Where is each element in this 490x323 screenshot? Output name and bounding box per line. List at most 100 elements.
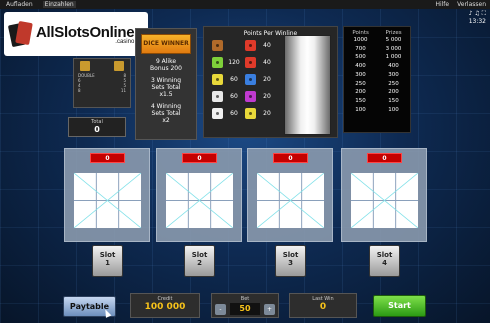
points-cell: 250 [355,80,366,87]
prize-cell: 5 000 [385,37,402,43]
prize-cell: 3 000 [385,45,402,52]
points-per-winline-panel: Points Per Winline 40 120 40 60 20 60 20 60 20 [203,26,338,138]
prize-row: 1000 5 000 [344,36,410,45]
rule-text: 3 Winning [150,77,182,84]
logo-main-text: AllSlotsOnline [36,23,135,41]
prize-cell: 1 000 [385,54,402,61]
prize-row: 300 300 [344,71,410,80]
tab-deposit[interactable]: Einzahlen [42,1,76,8]
bet-label: Bet [240,296,250,302]
bet-decrease-button[interactable]: - [215,303,226,315]
help-link[interactable]: Hilfe [435,1,449,8]
rule-text: 4 Winning [150,103,182,110]
total-display: Total 0 [68,117,126,137]
winline-points: 40 [263,59,271,66]
slot-dice-grid[interactable] [256,172,325,229]
slot-2-button[interactable]: Slot 2 [184,245,215,277]
slot-button-label: Slot [282,251,299,259]
prize-row: 700 3 000 [344,45,410,54]
reel-window [284,35,331,135]
leave-link[interactable]: Verlassen [457,1,486,8]
dice-icon [80,61,90,71]
bet-control: Bet - 50 + [211,293,279,318]
slot-1-button[interactable]: Slot 1 [92,245,123,277]
bet-value: 50 [230,303,260,315]
prize-cell: 200 [388,89,399,96]
winline-points: 20 [263,110,271,117]
dice-icon [245,108,256,119]
slot-button-label: Slot [99,251,116,259]
points-cell: 400 [355,63,366,70]
slot-button-label: Slot [376,251,393,259]
prize-row: 250 250 [344,80,410,89]
total-value: 0 [94,125,100,134]
last-win-value: 0 [319,302,327,312]
credit-display: Credit 100 000 [130,293,200,318]
slot-score: 0 [90,153,125,163]
prize-row: 500 1 000 [344,53,410,62]
rule-text: Bonus 200 [150,65,182,72]
prize-row: 100 100 [344,106,410,115]
last-win-display: Last Win 0 [289,293,357,318]
slot-dice-grid[interactable] [73,172,142,229]
prize-row: 200 200 [344,88,410,97]
slot-button-number: 1 [105,259,110,267]
slot-dice-grid[interactable] [165,172,234,229]
points-cell: 1000 [353,37,368,43]
prize-cell: 150 [388,97,399,104]
winline-points: 20 [263,76,271,83]
dice-winner-logo: DICE WINNER [141,34,191,54]
slot-button-number: 4 [382,259,387,267]
dice-icon [212,108,223,119]
rule-text: Sets Total [151,110,181,117]
slot-3-button[interactable]: Slot 3 [275,245,306,277]
slot-4-button[interactable]: Slot 4 [369,245,400,277]
clock: 13:32 [468,18,486,25]
dice-icon [114,61,124,71]
rule-text: x1.5 [159,91,173,98]
winline-points: 120 [228,59,240,66]
dice-winner-panel: DICE WINNER 9 Alike Bonus 200 3 Winning … [135,28,197,140]
rule-text: Sets Total [151,84,181,91]
top-bar: Aufladen Einzahlen Hilfe Verlassen [0,0,490,9]
top-tabs: Aufladen Einzahlen [4,1,76,8]
bonus-dice-panel: DOUBLE 8 65 45 8 11 [73,58,131,108]
winline-points: 20 [263,93,271,100]
slot-score: 0 [273,153,308,163]
credit-value: 100 000 [144,302,186,312]
bet-increase-button[interactable]: + [264,303,275,315]
dice-icon [212,91,223,102]
mini-row: 8 11 [78,88,126,93]
tab-load[interactable]: Aufladen [4,1,35,8]
dice-icon [212,74,223,85]
prize-cell: 300 [388,71,399,78]
dice-icon [212,40,223,51]
start-button[interactable]: Start [373,295,426,317]
winline-points: 60 [230,110,238,117]
points-cell: 150 [355,97,366,104]
rule-text: x2 [162,117,170,124]
status-area: ♪ ♫ ⛶ 13:32 [469,10,486,25]
sound-icon[interactable]: ♪ ♫ ⛶ [469,10,486,18]
prize-cell: 100 [388,106,399,113]
dice-icon [212,57,223,68]
winline-points: 40 [263,42,271,49]
slot-score: 0 [367,153,402,163]
prize-table: Points Prizes 1000 5 000 700 3 000 500 1 000 4… [343,26,411,133]
prize-row: 400 400 [344,62,410,71]
slot-button-label: Slot [191,251,208,259]
points-cell: 100 [355,106,366,113]
points-cell: 700 [355,45,366,52]
dice-icon [245,91,256,102]
winline-points: 60 [230,93,238,100]
slot-dice-grid[interactable] [350,172,419,229]
points-cell: 200 [355,89,366,96]
prize-cell: 400 [388,63,399,70]
casino-logo: AllSlotsOnline .casino [4,12,148,56]
slot-score: 0 [182,153,217,163]
winline-points: 60 [230,76,238,83]
points-cell: 300 [355,71,366,78]
dice-icon [245,40,256,51]
dice-icon [245,57,256,68]
prize-cell: 250 [388,80,399,87]
